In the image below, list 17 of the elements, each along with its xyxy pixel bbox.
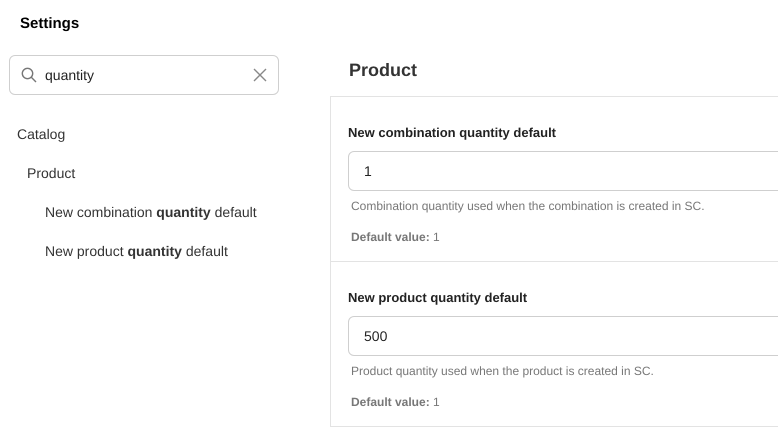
default-value: Default value: 1: [351, 230, 440, 245]
tree-item[interactable]: New product quantity default: [45, 241, 228, 262]
default-value: Default value: 1: [351, 395, 440, 410]
setting-label: New combination quantity default: [348, 125, 556, 141]
setting-description: Combination quantity used when the combination is created in SC.: [351, 199, 705, 214]
input-field[interactable]: 500: [348, 316, 778, 356]
settings-title: Settings: [20, 15, 80, 33]
tree-item[interactable]: New combination quantity default: [45, 202, 257, 223]
setting-label: New product quantity default: [348, 290, 528, 306]
setting-description: Product quantity used when the product is created in SC.: [351, 364, 654, 379]
tree-item[interactable]: Catalog: [17, 124, 66, 145]
input-field[interactable]: 1: [348, 151, 778, 191]
search-icon: [21, 67, 37, 83]
section-title: Product: [349, 59, 418, 81]
tree-item[interactable]: Product: [27, 163, 76, 184]
search-field[interactable]: quantity: [9, 55, 279, 95]
close-icon[interactable]: [253, 68, 267, 82]
